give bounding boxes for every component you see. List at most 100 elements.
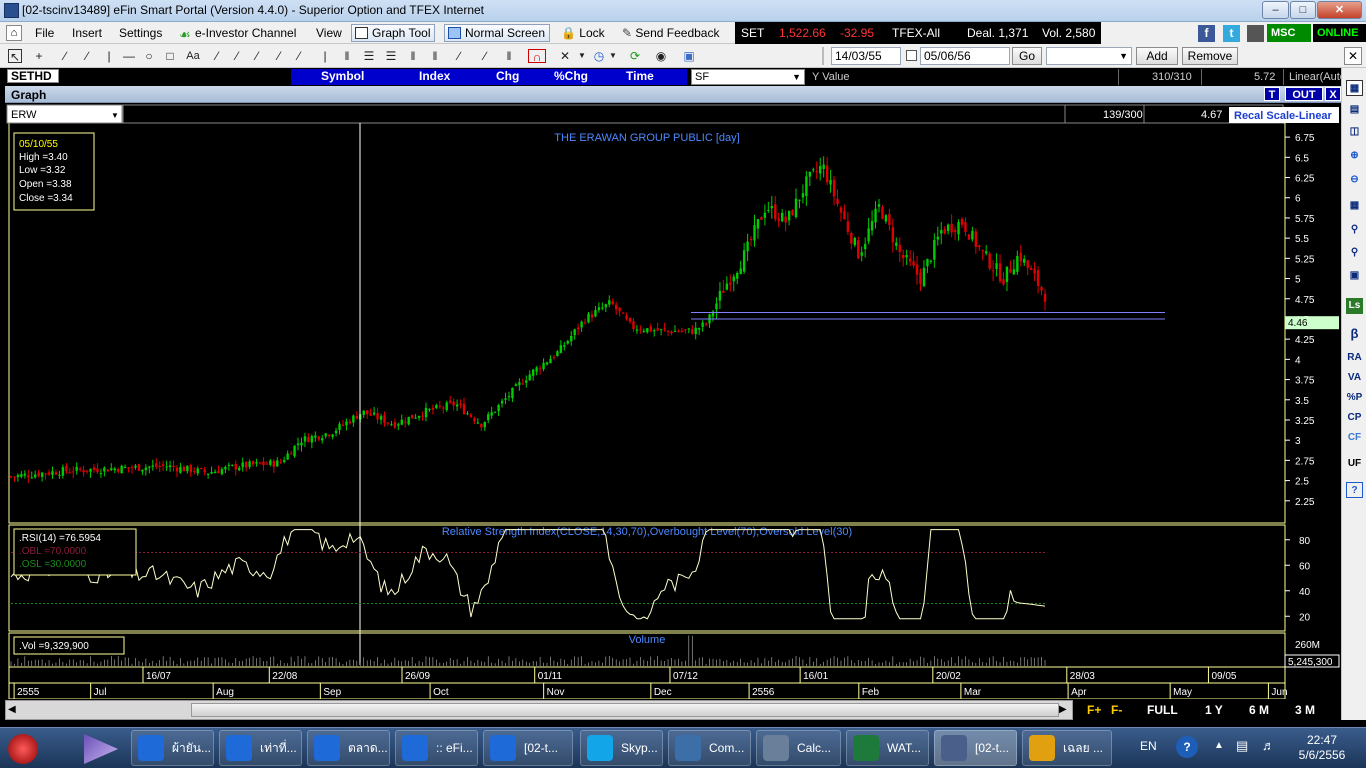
ls-icon[interactable]: Ls	[1346, 298, 1363, 314]
menu-file[interactable]: File	[35, 26, 54, 40]
grid-tool-icon[interactable]: ▦	[1346, 198, 1363, 214]
x-button[interactable]: X	[1325, 87, 1341, 101]
pct-p-button[interactable]: %P	[1346, 390, 1363, 406]
taskbar-item[interactable]: WAT...	[846, 730, 929, 766]
help-tray-icon[interactable]: ?	[1176, 736, 1198, 758]
col-symbol[interactable]: Symbol	[321, 69, 364, 84]
bar-chart-icon[interactable]: ▤	[1346, 102, 1363, 118]
va-button[interactable]: VA	[1346, 370, 1363, 386]
taskbar-item[interactable]: Com...	[668, 730, 751, 766]
line-tool-icon[interactable]: ∕	[58, 49, 72, 63]
layout-icon[interactable]: ▦	[1346, 80, 1363, 96]
export-icon[interactable]: ◫	[1346, 124, 1363, 140]
scroll-right-icon[interactable]: ▶	[1059, 704, 1067, 715]
horizontal-scrollbar[interactable]: ◀ ▶	[5, 700, 1073, 720]
taskbar-item[interactable]: เฉลย ...	[1022, 730, 1112, 766]
zoom-out-circle-icon[interactable]: ⊖	[1346, 172, 1363, 188]
andrews-icon[interactable]: ‖	[502, 49, 516, 63]
arc-tool-icon[interactable]: ⁄	[230, 49, 244, 63]
sf-select[interactable]: SF ▼	[691, 69, 805, 85]
taskbar-item[interactable]: Skyp...	[580, 730, 663, 766]
uf-button[interactable]: UF	[1346, 456, 1363, 472]
window-icon[interactable]: ▣	[1346, 268, 1363, 284]
scroll-thumb[interactable]	[191, 703, 1059, 717]
normal-screen-button[interactable]: Normal Screen	[444, 24, 551, 42]
scroll-left-icon[interactable]: ◀	[8, 704, 16, 715]
regression-icon[interactable]: ∕	[478, 49, 492, 63]
crosshair-icon[interactable]: +	[32, 49, 46, 63]
market-select[interactable]: SETHD	[7, 69, 59, 83]
channel-tool-icon[interactable]: ∕	[80, 49, 94, 63]
f-plus-icon[interactable]: F+	[1087, 703, 1101, 717]
fib-time-icon[interactable]: ‖	[340, 49, 354, 63]
taskbar-item[interactable]: Calc...	[756, 730, 841, 766]
clock-icon[interactable]: ◷	[592, 49, 606, 63]
speed-lines-icon[interactable]: ☰	[384, 49, 398, 63]
ra-button[interactable]: RA	[1346, 350, 1363, 366]
twitter-icon[interactable]: t	[1223, 25, 1240, 42]
col-index[interactable]: Index	[419, 69, 450, 84]
mobile-icon[interactable]	[1247, 25, 1264, 42]
palette-icon[interactable]: ◉	[654, 49, 668, 63]
menu-view[interactable]: View	[316, 26, 342, 40]
network-icon[interactable]: ▤	[1236, 738, 1248, 754]
fib-tool-icon[interactable]: ⁄	[292, 49, 306, 63]
add-button[interactable]: Add	[1136, 47, 1178, 65]
vertical-line-icon[interactable]: |	[102, 49, 116, 63]
graph-tool-button[interactable]: Graph Tool	[351, 24, 436, 42]
trend-tool-icon[interactable]: ‖	[428, 49, 442, 63]
system-clock[interactable]: 22:47 5/6/2556	[1296, 733, 1348, 763]
out-button[interactable]: OUT	[1285, 87, 1323, 101]
t-button[interactable]: T	[1264, 87, 1280, 101]
zoom-in-circle-icon[interactable]: ⊕	[1346, 148, 1363, 164]
col-time[interactable]: Time	[626, 69, 654, 84]
col-chg[interactable]: Chg	[496, 69, 519, 84]
circle-tool-icon[interactable]: ○	[142, 49, 156, 63]
close-button[interactable]: ✕	[1317, 1, 1362, 19]
magnify-minus-icon[interactable]: ⚲	[1346, 245, 1363, 261]
cp-button[interactable]: CP	[1346, 410, 1363, 426]
magnify-icon[interactable]: ⚲	[1346, 222, 1363, 238]
lock-button[interactable]: 🔒 Lock	[561, 26, 605, 40]
select-cursor-icon[interactable]: ↖	[8, 49, 22, 64]
date-from-field[interactable]: 14/03/55	[831, 47, 901, 65]
taskbar-item[interactable]: เท่าที่...	[219, 730, 302, 766]
go-button[interactable]: Go	[1012, 47, 1042, 65]
clock-dropdown-icon[interactable]: ▼	[606, 49, 620, 63]
indicator-select[interactable]: ▼	[1046, 47, 1132, 65]
pitchfork-icon[interactable]: ⁄	[272, 49, 286, 63]
gann-tool-icon[interactable]: ⁄	[250, 49, 264, 63]
tray-expand-icon[interactable]: ▲	[1214, 740, 1224, 751]
taskbar-item[interactable]: :: eFi...	[395, 730, 478, 766]
date-to-field[interactable]: 05/06/56	[920, 47, 1010, 65]
beta-icon[interactable]: β	[1346, 326, 1363, 342]
taskbar-item[interactable]: [02-t...	[483, 730, 573, 766]
send-feedback-button[interactable]: ✎ Send Feedback	[622, 26, 719, 40]
date-to-checkbox[interactable]	[906, 50, 917, 61]
stock-chart[interactable]: ERW ▼ 139/300 4.67 Recal Scale-Linear TH…	[5, 103, 1341, 699]
close-panel-icon[interactable]: ✕	[1344, 47, 1362, 65]
fan-tool-icon[interactable]: ⁄	[210, 49, 224, 63]
minimize-button[interactable]: –	[1262, 1, 1289, 19]
menu-einvestor[interactable]: e-Investor Channel	[195, 26, 296, 40]
horizontal-line-icon[interactable]: —	[122, 49, 136, 63]
zoom-6m-button[interactable]: 6 M	[1249, 703, 1269, 717]
menu-settings[interactable]: Settings	[119, 26, 162, 40]
cycle-tool-icon[interactable]: |	[318, 49, 332, 63]
delete-drawing-icon[interactable]: ✕	[558, 49, 572, 63]
help-icon[interactable]: ?	[1346, 482, 1363, 498]
zoom-3m-button[interactable]: 3 M	[1295, 703, 1315, 717]
magnet-icon[interactable]: ∩	[528, 49, 546, 64]
taskbar-item[interactable]: ผ้ายัน...	[131, 730, 214, 766]
taskbar-item[interactable]: [02-t...	[934, 730, 1017, 766]
zoom-full-button[interactable]: FULL	[1147, 703, 1178, 717]
dropdown-arrow-icon[interactable]: ▼	[575, 49, 589, 63]
image-icon[interactable]: ▣	[682, 49, 696, 63]
home-icon[interactable]: ⌂	[6, 25, 22, 41]
volume-icon[interactable]: ♬	[1262, 738, 1275, 753]
ray-tool-icon[interactable]: ∕	[452, 49, 466, 63]
menu-insert[interactable]: Insert	[72, 26, 102, 40]
bars-icon[interactable]: ‖	[406, 49, 420, 63]
maximize-button[interactable]: □	[1290, 1, 1316, 19]
taskbar-item[interactable]: ตลาด...	[307, 730, 390, 766]
